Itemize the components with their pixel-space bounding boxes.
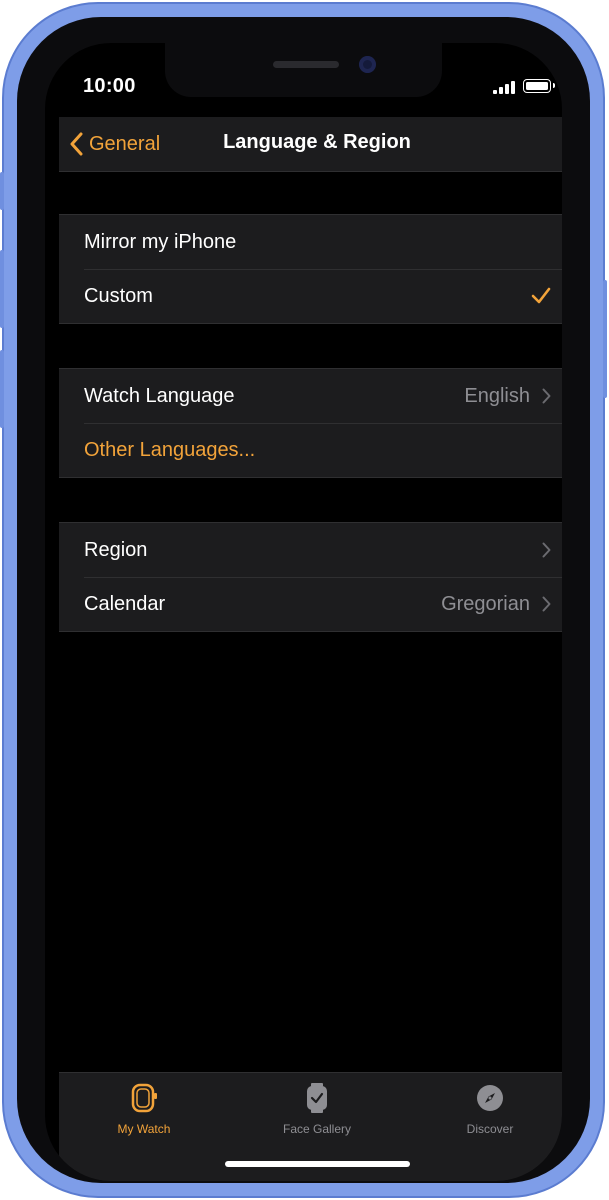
side-button — [603, 280, 607, 398]
calendar-row[interactable]: Calendar Gregorian — [59, 577, 562, 631]
chevron-right-icon — [542, 388, 551, 404]
language-mode-group: Mirror my iPhone Custom — [59, 214, 562, 324]
front-camera — [359, 56, 376, 73]
compass-icon — [477, 1085, 503, 1111]
volume-down-button — [0, 350, 4, 428]
tab-label: Discover — [466, 1122, 514, 1136]
chevron-right-icon — [542, 542, 551, 558]
region-group: Region Calendar Gregorian — [59, 522, 562, 632]
tab-discover[interactable]: Discover — [430, 1083, 550, 1136]
notch — [165, 43, 442, 97]
page-title: Language & Region — [223, 131, 411, 153]
option-label: Mirror my iPhone — [84, 230, 237, 253]
navigation-bar: General Language & Region — [59, 117, 562, 172]
face-gallery-icon — [307, 1083, 327, 1113]
option-label: Custom — [84, 284, 153, 307]
speaker-grille — [273, 61, 339, 68]
calendar-label: Calendar — [84, 592, 166, 615]
language-group: Watch Language English Other Languages..… — [59, 368, 562, 478]
bezel: 10:00 General Language & Region Mirror m… — [17, 17, 590, 1183]
tab-face-gallery[interactable]: Face Gallery — [257, 1083, 377, 1136]
home-indicator[interactable] — [225, 1161, 410, 1167]
region-row[interactable]: Region — [59, 523, 562, 577]
my-watch-icon — [131, 1083, 157, 1113]
other-languages-row[interactable]: Other Languages... — [59, 423, 562, 477]
watch-language-value: English — [464, 384, 530, 407]
region-label: Region — [84, 538, 148, 561]
phone-frame: 10:00 General Language & Region Mirror m… — [0, 2, 607, 1198]
volume-up-button — [0, 250, 4, 328]
option-custom[interactable]: Custom — [59, 269, 562, 323]
checkmark-icon — [531, 287, 551, 304]
option-mirror-iphone[interactable]: Mirror my iPhone — [59, 215, 562, 269]
cellular-signal-icon — [493, 81, 517, 94]
tab-label: Face Gallery — [282, 1122, 352, 1136]
tab-label: My Watch — [117, 1122, 171, 1136]
watch-language-label: Watch Language — [84, 384, 235, 407]
battery-icon — [523, 79, 555, 93]
chevron-right-icon — [542, 596, 551, 612]
status-time: 10:00 — [83, 75, 136, 97]
watch-language-row[interactable]: Watch Language English — [59, 369, 562, 423]
tab-my-watch[interactable]: My Watch — [84, 1083, 204, 1136]
screen: 10:00 General Language & Region Mirror m… — [45, 43, 562, 1181]
other-languages-label: Other Languages... — [84, 438, 256, 461]
mute-switch — [0, 172, 4, 210]
calendar-value: Gregorian — [441, 592, 530, 615]
